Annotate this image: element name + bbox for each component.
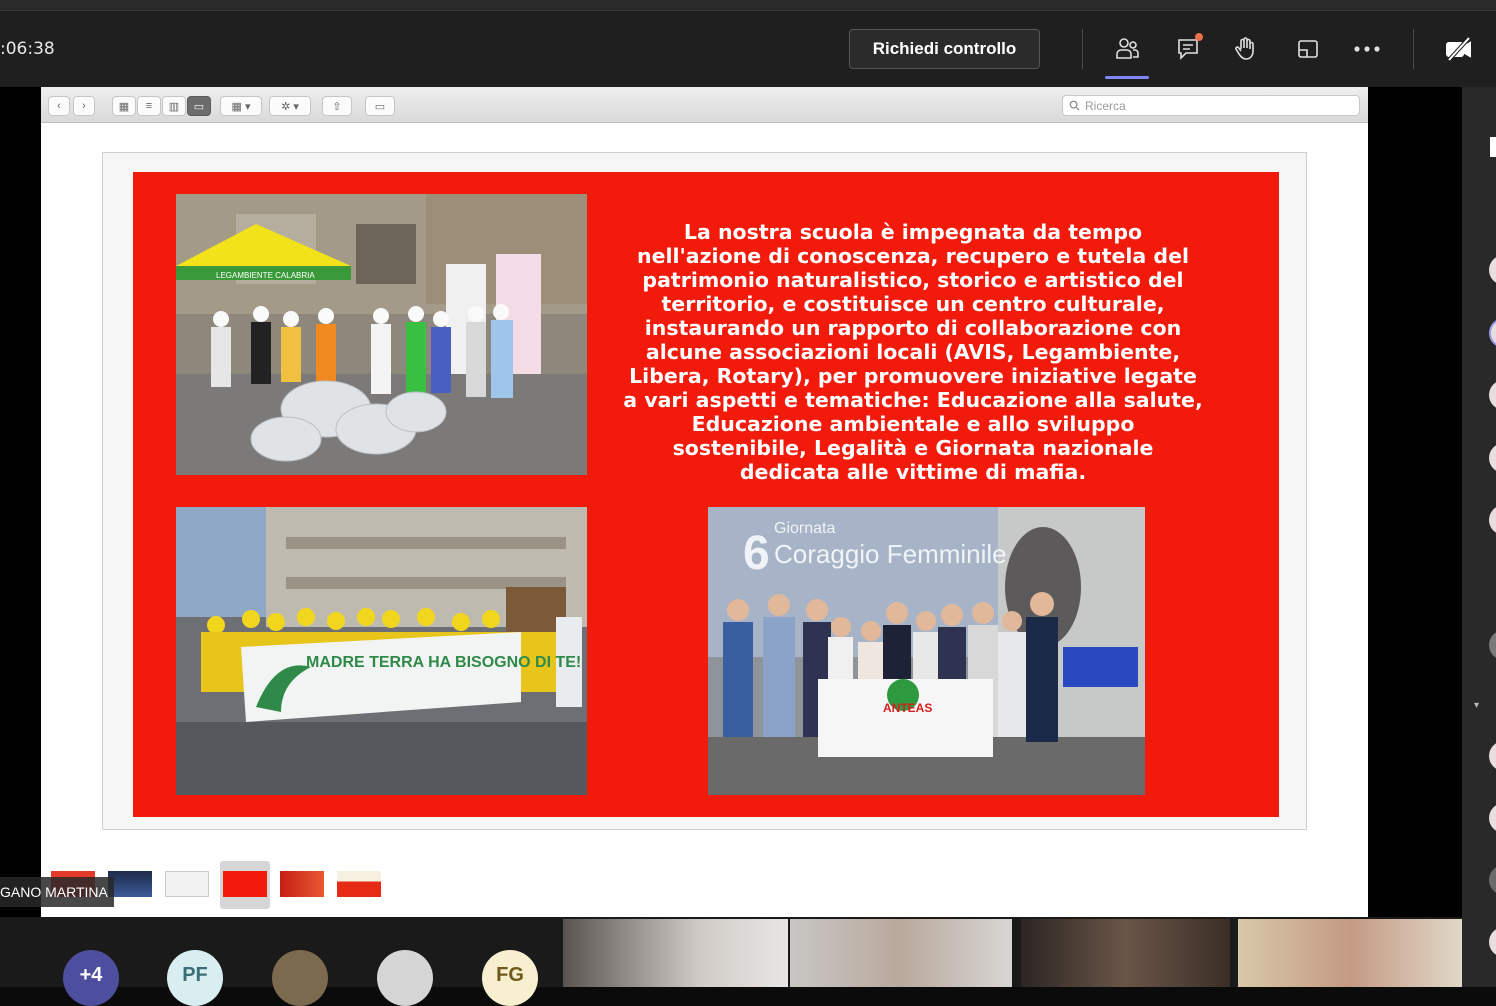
presenter-name-tag: GANO MARTINA	[0, 877, 114, 907]
shared-screen: ‹ › ▦ ≡ ▥ ▭ ▦ ▾ ✲ ▾ ⇧ ▭ Ricerca LEGAMBIE…	[0, 87, 1462, 917]
toolbar-divider	[1082, 29, 1083, 69]
tent-text: LEGAMBIENTE CALABRIA	[216, 271, 315, 280]
thumbnail-2[interactable]	[108, 871, 152, 897]
photo-coraggio-femminile: 6 Giornata Coraggio Femminile ANTEAS	[708, 507, 1145, 795]
more-options-icon[interactable]	[1351, 33, 1383, 65]
tag-icon[interactable]: ▭	[365, 96, 395, 116]
share-tray-icon[interactable]	[1292, 33, 1324, 65]
search-placeholder: Ricerca	[1085, 98, 1126, 113]
avatar[interactable]	[1489, 630, 1496, 660]
presentation-slide: LEGAMBIENTE CALABRIA La nostra scuola è …	[133, 172, 1279, 817]
action-gear-icon[interactable]: ✲ ▾	[269, 96, 311, 116]
event-number: 6	[743, 527, 770, 580]
toolbar-divider	[1413, 29, 1414, 69]
avatar[interactable]	[377, 950, 433, 1006]
slide-body-text: La nostra scuola è impegnata da tempo ne…	[623, 220, 1203, 484]
thumbnail-4[interactable]	[223, 871, 267, 897]
gallery-view-icon[interactable]: ▭	[187, 96, 211, 116]
camera-off-icon[interactable]	[1443, 33, 1475, 65]
sign-text: ANTEAS	[883, 701, 932, 715]
chat-notification-dot	[1195, 33, 1203, 41]
window-title-strip	[0, 0, 1496, 10]
avatar[interactable]	[1489, 865, 1496, 895]
request-control-button[interactable]: Richiedi controllo	[849, 29, 1040, 69]
panel-title-fragment	[1490, 137, 1496, 157]
forward-icon[interactable]: ›	[73, 96, 95, 116]
participant-video[interactable]	[1021, 919, 1230, 987]
chat-icon[interactable]	[1173, 33, 1205, 65]
thumbnail-strip	[41, 857, 1368, 917]
search-icon	[1069, 100, 1080, 111]
banner-text: MADRE TERRA HA BISOGNO DI TE!	[306, 654, 581, 671]
participant-video[interactable]	[1238, 919, 1462, 987]
photo-legambiente-cleanup: LEGAMBIENTE CALABRIA	[176, 194, 587, 475]
photo-madre-terra: MADRE TERRA HA BISOGNO DI TE!	[176, 507, 587, 795]
back-icon[interactable]: ‹	[48, 96, 70, 116]
finder-window: ‹ › ▦ ≡ ▥ ▭ ▦ ▾ ✲ ▾ ⇧ ▭ Ricerca LEGAMBIE…	[41, 87, 1368, 917]
group-menu-icon[interactable]: ▦ ▾	[220, 96, 262, 116]
finder-toolbar: ‹ › ▦ ≡ ▥ ▭ ▦ ▾ ✲ ▾ ⇧ ▭ Ricerca	[41, 87, 1368, 123]
avatar[interactable]	[1489, 505, 1496, 535]
avatar[interactable]	[1489, 318, 1496, 348]
thumbnail-5[interactable]	[280, 871, 324, 897]
avatar-fg[interactable]: FG	[482, 950, 538, 1006]
participants-icon[interactable]	[1105, 33, 1149, 79]
avatar[interactable]	[1489, 255, 1496, 285]
finder-search-input[interactable]: Ricerca	[1062, 95, 1360, 116]
list-view-icon[interactable]: ≡	[137, 96, 161, 116]
avatar[interactable]	[1489, 803, 1496, 833]
avatar[interactable]	[1489, 380, 1496, 410]
thumbnail-3[interactable]	[165, 871, 209, 897]
avatar[interactable]	[272, 950, 328, 1006]
chevron-down-icon[interactable]: ▾	[1474, 700, 1479, 711]
avatar[interactable]	[1489, 741, 1496, 771]
icon-view-icon[interactable]: ▦	[112, 96, 136, 116]
thumbnail-6[interactable]	[337, 871, 381, 897]
avatar-pf[interactable]: PF	[167, 950, 223, 1006]
slide-preview: LEGAMBIENTE CALABRIA La nostra scuola è …	[102, 152, 1307, 830]
more-participants-button[interactable]: +4	[63, 950, 119, 1006]
participant-strip: +4 PF FG	[0, 917, 1462, 1006]
column-view-icon[interactable]: ▥	[162, 96, 186, 116]
participant-video[interactable]	[790, 919, 1012, 987]
participant-video[interactable]	[563, 919, 788, 987]
meeting-toolbar: :06:38 Richiedi controllo	[0, 10, 1496, 87]
event-title-b: Coraggio Femminile	[774, 539, 1007, 569]
meeting-timer: :06:38	[0, 39, 55, 59]
raise-hand-icon[interactable]	[1230, 33, 1262, 65]
share-icon[interactable]: ⇧	[322, 96, 352, 116]
avatar[interactable]	[1489, 927, 1496, 957]
avatar[interactable]	[1489, 443, 1496, 473]
event-title-a: Giornata	[774, 520, 835, 537]
participants-panel: ▾	[1462, 87, 1496, 987]
